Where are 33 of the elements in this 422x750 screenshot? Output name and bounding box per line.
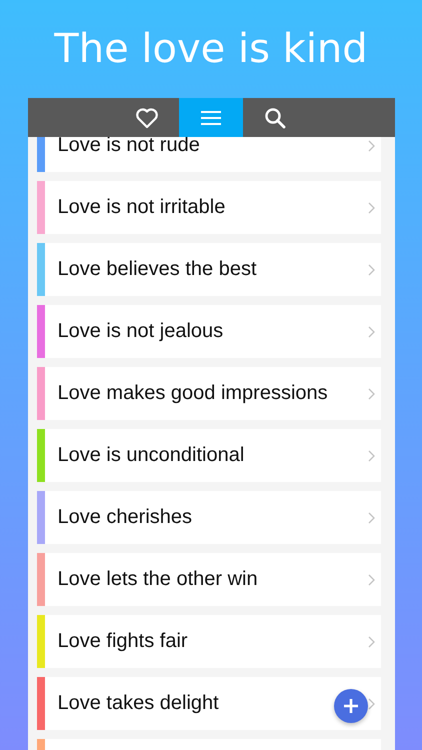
item-label: Love is unconditional — [58, 444, 244, 467]
list-item[interactable]: Love is unconditional — [36, 429, 380, 482]
list-item[interactable]: Love fights fair — [36, 615, 380, 668]
list-item[interactable]: Love lets the other win — [36, 553, 380, 606]
item-label: Love fights fair — [58, 630, 188, 653]
search-icon — [264, 106, 286, 128]
chevron-icon — [368, 264, 374, 276]
chevron-icon — [368, 450, 374, 462]
item-label: Love takes delight — [58, 692, 219, 715]
chevron-icon — [368, 698, 374, 710]
item-label: Love believes the best — [58, 258, 257, 281]
chevron-icon — [368, 388, 374, 400]
chevron-icon — [368, 326, 374, 338]
list-item[interactable]: Love cherishes — [36, 491, 380, 544]
list-item[interactable]: Love is not jealous — [36, 305, 380, 358]
menu-icon — [200, 110, 222, 126]
list-item[interactable]: Love believes the best — [36, 243, 380, 296]
plus-icon — [342, 698, 358, 714]
item-label: Love cherishes — [58, 506, 192, 529]
list-item[interactable]: Love is not irritable — [36, 181, 380, 234]
item-label: Love is not irritable — [58, 196, 226, 219]
chevron-icon — [368, 140, 374, 152]
chevron-icon — [368, 574, 374, 586]
chevron-icon — [368, 512, 374, 524]
item-label: Love makes good impressions — [58, 382, 328, 405]
list-item[interactable]: Love takes delight — [36, 677, 380, 730]
list-item[interactable]: Love makes good impressions — [36, 367, 380, 420]
item-label: Love lets the other win — [58, 568, 258, 591]
app-title: The love is kind — [54, 25, 368, 74]
heart-icon — [135, 106, 159, 128]
chevron-icon — [368, 636, 374, 648]
chevron-icon — [368, 202, 374, 214]
item-label: Love is not jealous — [58, 320, 224, 343]
